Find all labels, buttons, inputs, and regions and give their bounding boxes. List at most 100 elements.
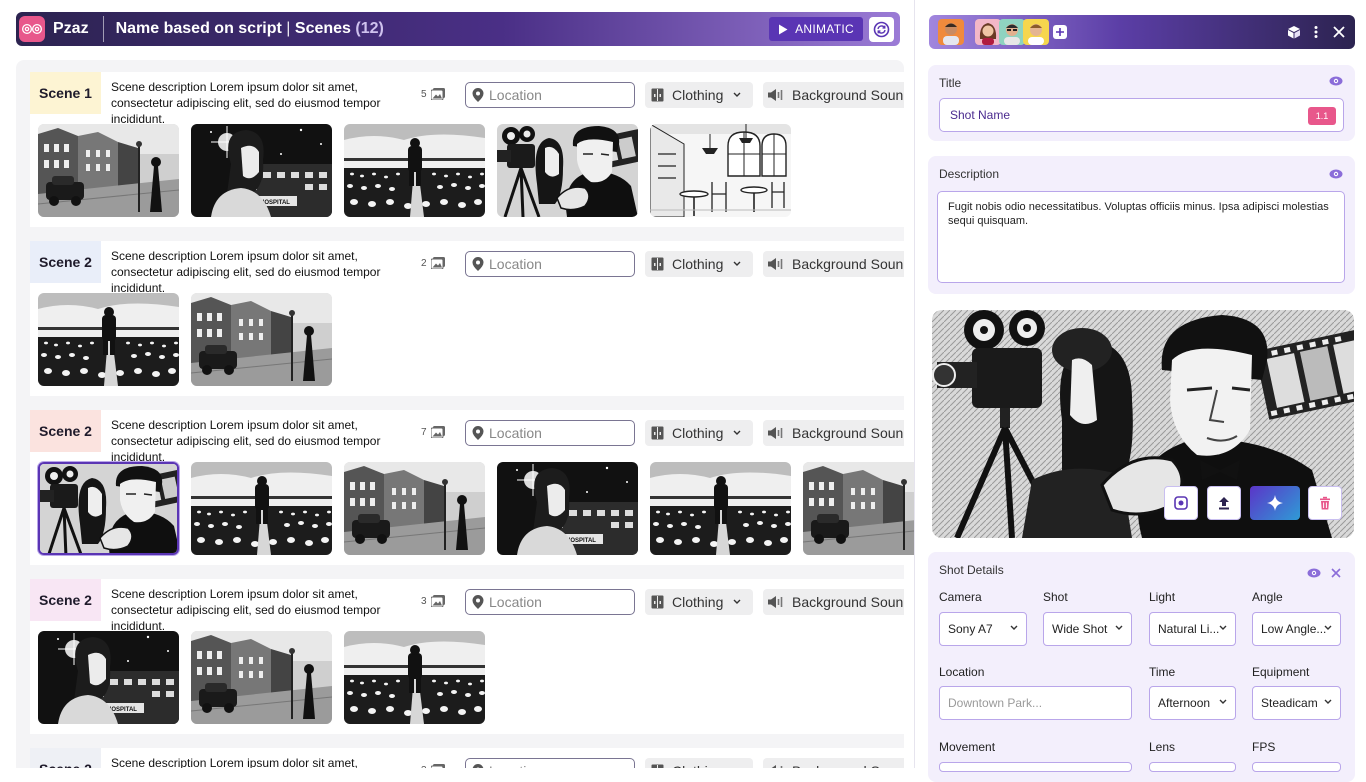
scene-thumbnail-field[interactable] — [344, 124, 485, 217]
top-bar: Pzaz Name based on script | Scenes (12) … — [16, 12, 900, 46]
location-placeholder: Location — [489, 763, 542, 768]
light-select[interactable]: Natural Li... — [1149, 612, 1236, 646]
chevron-down-icon — [733, 261, 741, 266]
page-title: Name based on script | Scenes (12) — [116, 20, 384, 38]
clothing-select[interactable]: Clothing — [645, 251, 753, 277]
location-placeholder: Location — [489, 425, 542, 441]
camera-value: Sony A7 — [948, 622, 993, 636]
scene-label[interactable]: Scene 2 — [30, 410, 101, 452]
angle-select[interactable]: Low Angle... — [1252, 612, 1341, 646]
location-label: Location — [939, 665, 985, 679]
location-input[interactable]: Location — [465, 420, 635, 446]
image-count: 2 — [421, 257, 445, 269]
delete-button[interactable] — [1308, 486, 1342, 520]
scene-thumbnail-camera[interactable] — [38, 462, 179, 555]
scene-thumbnail-cafe[interactable] — [650, 124, 791, 217]
wardrobe-icon — [651, 426, 664, 440]
location-input[interactable]: Location — [465, 589, 635, 615]
image-icon — [430, 764, 445, 768]
equipment-value: Steadicam — [1261, 696, 1318, 710]
background-sound-select[interactable]: Background Soun — [763, 420, 904, 446]
thumbnail-image — [497, 124, 638, 217]
add-collaborator-button[interactable] — [1053, 25, 1067, 39]
reframe-button[interactable] — [1164, 486, 1198, 520]
scene-label[interactable]: Scene 2 — [30, 748, 101, 768]
scene-description[interactable]: Scene description Lorem ipsum dolor sit … — [111, 248, 421, 296]
background-sound-select[interactable]: Background Soun — [763, 251, 904, 277]
pzaz-logo-icon[interactable] — [19, 16, 45, 42]
location-pin-icon — [472, 88, 484, 102]
clothing-select[interactable]: Clothing — [645, 589, 753, 615]
thumbnail-image — [40, 464, 177, 553]
scene-thumbnail-field[interactable] — [344, 631, 485, 724]
fps-label: FPS — [1252, 740, 1276, 754]
title-input[interactable]: Shot Name 1.1 — [939, 98, 1344, 132]
location-input[interactable]: Location — [465, 251, 635, 277]
ai-generate-button[interactable] — [1250, 486, 1300, 520]
title-value: Shot Name — [950, 108, 1011, 122]
location-input[interactable]: Location — [465, 82, 635, 108]
scene-label[interactable]: Scene 2 — [30, 241, 101, 283]
close-icon[interactable] — [1333, 26, 1345, 38]
avatar-man-orange[interactable] — [938, 19, 964, 45]
equipment-select[interactable]: Steadicam — [1252, 686, 1341, 720]
scene-thumbnail-hospital[interactable]: HOSPITAL — [497, 462, 638, 555]
fps-select[interactable] — [1252, 762, 1341, 772]
background-sound-select[interactable]: Background Soun — [763, 589, 904, 615]
scene-thumbnail-field[interactable] — [191, 462, 332, 555]
description-textarea[interactable]: Fugit nobis odio necessitatibus. Volupta… — [937, 191, 1345, 283]
scene-thumbnail-camera[interactable] — [497, 124, 638, 217]
background-sound-select[interactable]: Background Soun — [763, 82, 904, 108]
divider — [102, 16, 104, 42]
animatic-button[interactable]: ANIMATIC — [769, 17, 863, 41]
avatar-woman[interactable] — [975, 19, 1001, 45]
upload-button[interactable] — [1207, 486, 1241, 520]
description-card: Description Fugit nobis odio necessitati… — [928, 156, 1355, 294]
clothing-select[interactable]: Clothing — [645, 82, 753, 108]
speaker-icon — [768, 258, 783, 270]
scene-thumbnail-hospital[interactable]: HOSPITAL — [38, 631, 179, 724]
avatar-man-glasses[interactable] — [999, 19, 1025, 45]
eye-icon[interactable] — [1307, 568, 1321, 578]
chevron-down-icon — [733, 430, 741, 435]
shot-select[interactable]: Wide Shot — [1043, 612, 1132, 646]
lens-select[interactable] — [1149, 762, 1236, 772]
location-input[interactable]: Location — [465, 758, 635, 768]
thumbnail-image — [344, 631, 485, 724]
more-options-icon[interactable] — [1314, 25, 1318, 39]
refresh-button[interactable] — [869, 17, 894, 42]
eye-icon[interactable] — [1329, 76, 1343, 86]
scene-description[interactable]: Scene description Lorem ipsum dolor sit … — [111, 586, 421, 634]
camera-select[interactable]: Sony A7 — [939, 612, 1027, 646]
thumbnail-image — [38, 293, 179, 386]
scene-thumbnail-street[interactable] — [191, 293, 332, 386]
chevron-down-icon — [1324, 625, 1332, 630]
location-input[interactable]: Downtown Park... — [939, 686, 1132, 720]
avatar-man-yellow[interactable] — [1023, 19, 1049, 45]
scene-thumbnail-field[interactable] — [38, 293, 179, 386]
scene-header: Scene 2 Scene description Lorem ipsum do… — [30, 410, 904, 464]
scene-description[interactable]: Scene description Lorem ipsum dolor sit … — [111, 417, 421, 465]
time-select[interactable]: Afternoon — [1149, 686, 1236, 720]
speaker-icon — [768, 427, 783, 439]
scene-label[interactable]: Scene 1 — [30, 72, 101, 114]
movement-select[interactable] — [939, 762, 1132, 772]
image-icon — [430, 257, 445, 269]
scene-thumbnail-field[interactable] — [650, 462, 791, 555]
scene-description[interactable]: Scene description Lorem ipsum dolor sit … — [111, 755, 421, 768]
close-icon[interactable] — [1331, 568, 1341, 578]
scene-thumbnail-street[interactable] — [191, 631, 332, 724]
scene-thumbnail-street[interactable] — [803, 462, 914, 555]
chevron-down-icon — [733, 92, 741, 97]
clothing-select[interactable]: Clothing — [645, 758, 753, 768]
scene-description[interactable]: Scene description Lorem ipsum dolor sit … — [111, 79, 421, 127]
chevron-down-icon — [1219, 625, 1227, 630]
background-sound-select[interactable]: Background Soun — [763, 758, 904, 768]
scene-thumbnail-street[interactable] — [38, 124, 179, 217]
scene-label[interactable]: Scene 2 — [30, 579, 101, 621]
cube-icon[interactable] — [1287, 25, 1301, 39]
eye-icon[interactable] — [1329, 169, 1343, 179]
clothing-select[interactable]: Clothing — [645, 420, 753, 446]
scene-thumbnail-hospital[interactable]: HOSPITAL — [191, 124, 332, 217]
scene-thumbnail-street[interactable] — [344, 462, 485, 555]
